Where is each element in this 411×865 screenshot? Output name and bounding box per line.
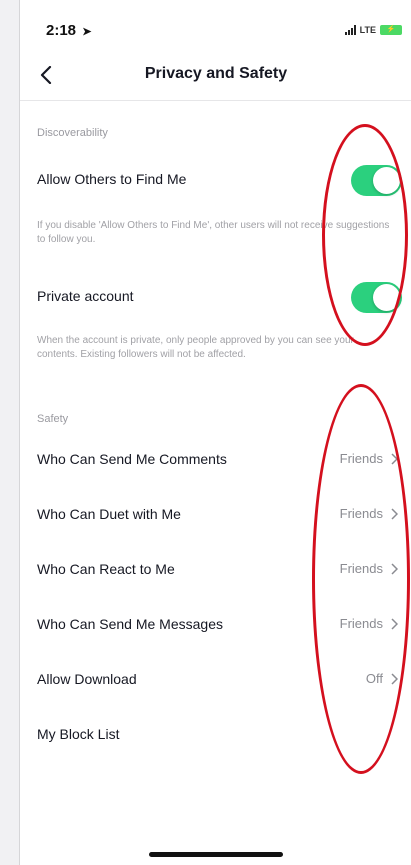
setting-row-duet[interactable]: Who Can Duet with Me Friends <box>20 493 411 537</box>
setting-value: Friends <box>340 506 398 521</box>
signal-icon <box>344 25 356 35</box>
section-header-discoverability: Discoverability <box>37 127 108 139</box>
location-arrow-icon: ➤ <box>82 26 92 38</box>
setting-row-messages[interactable]: Who Can Send Me Messages Friends <box>20 603 411 647</box>
toggle-knob <box>373 167 400 194</box>
section-header-safety: Safety <box>37 413 69 425</box>
setting-row-comments[interactable]: Who Can Send Me Comments Friends <box>20 438 411 482</box>
setting-label: Who Can Duet with Me <box>37 506 181 522</box>
private-account-toggle[interactable] <box>351 282 402 313</box>
setting-value: Off <box>366 671 398 686</box>
settings-screen: 2:18 ➤ LTE ⚡ Privacy and Safety Discover… <box>19 0 411 865</box>
page-title: Privacy and Safety <box>144 65 288 82</box>
chevron-right-icon <box>391 672 398 685</box>
setting-value: Friends <box>340 451 398 466</box>
allow-find-me-label: Allow Others to Find Me <box>37 171 187 187</box>
private-account-row: Private account <box>20 275 411 319</box>
battery-charging-icon: ⚡ <box>380 25 402 35</box>
private-account-description: When the account is private, only people… <box>37 335 354 360</box>
setting-value-text: Off <box>365 671 383 686</box>
setting-row-download[interactable]: Allow Download Off <box>20 658 411 702</box>
network-type: LTE <box>359 25 376 35</box>
setting-value-text: Friends <box>339 561 383 576</box>
allow-find-me-description: If you disable 'Allow Others to Find Me'… <box>37 220 390 245</box>
setting-row-block-list[interactable]: My Block List <box>20 713 411 757</box>
setting-label: Who Can React to Me <box>37 561 175 577</box>
chevron-right-icon <box>391 507 398 520</box>
setting-value-text: Friends <box>339 616 383 631</box>
setting-label: Allow Download <box>37 671 137 687</box>
nav-bar: Privacy and Safety <box>20 48 411 101</box>
chevron-right-icon <box>391 617 398 630</box>
time-text: 2:18 <box>46 22 77 39</box>
setting-value-text: Friends <box>339 451 383 466</box>
setting-label: My Block List <box>37 726 120 742</box>
home-indicator <box>149 852 283 857</box>
allow-find-me-toggle[interactable] <box>351 165 402 196</box>
setting-label: Who Can Send Me Messages <box>37 616 223 632</box>
setting-value: Friends <box>340 616 398 631</box>
chevron-right-icon <box>391 452 398 465</box>
toggle-knob <box>373 284 400 311</box>
status-time: 2:18 ➤ <box>46 22 91 39</box>
chevron-right-icon <box>391 562 398 575</box>
setting-row-react[interactable]: Who Can React to Me Friends <box>20 548 411 592</box>
setting-value: Friends <box>340 561 398 576</box>
status-indicators: LTE ⚡ <box>344 25 402 35</box>
setting-label: Who Can Send Me Comments <box>37 451 227 467</box>
allow-find-me-row: Allow Others to Find Me <box>20 158 411 202</box>
setting-value-text: Friends <box>339 506 383 521</box>
private-account-label: Private account <box>37 288 134 304</box>
